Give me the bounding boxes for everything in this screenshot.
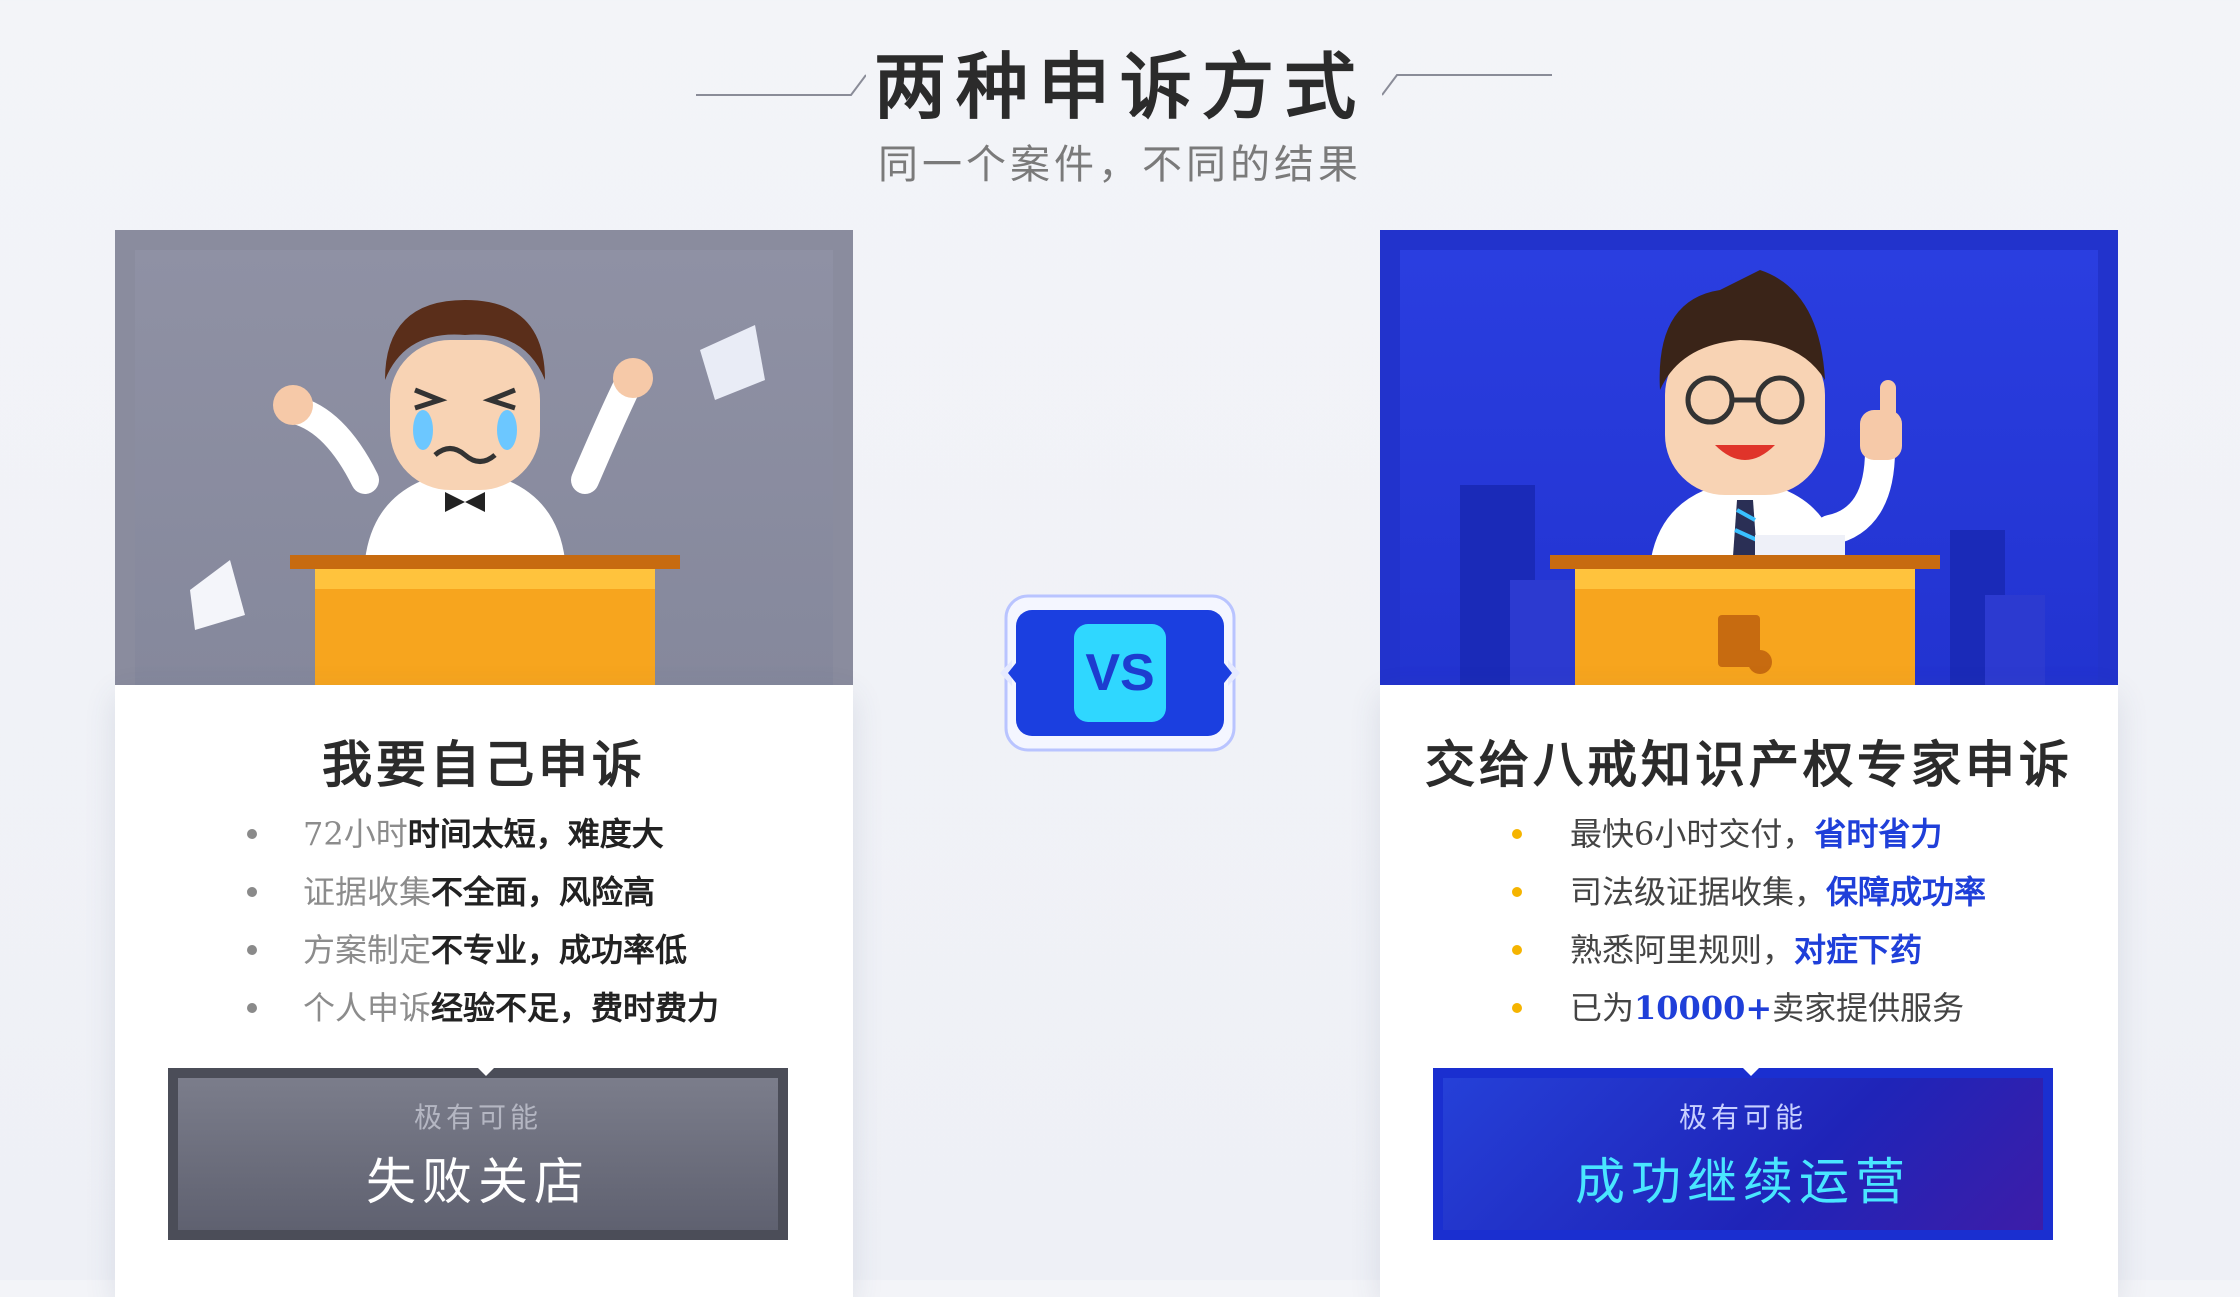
self-appeal-title: 我要自己申诉 — [322, 735, 646, 794]
outcome-caption: 极有可能 — [1678, 1101, 1807, 1134]
list-item: 方案制定不专业，成功率低 — [115, 921, 853, 979]
title-decor-right — [1382, 74, 1552, 96]
self-appeal-list: 72小时时间太短，难度大 证据收集不全面，风险高 方案制定不专业，成功率低 个人… — [115, 805, 853, 1037]
list-item: 个人申诉经验不足，费时费力 — [115, 979, 853, 1037]
bullet-icon — [247, 1003, 257, 1013]
expert-appeal-title: 交给八戒知识产权专家申诉 — [1425, 735, 2073, 794]
happy-lawyer-illustration — [1380, 230, 2118, 685]
notch-pointer — [470, 1060, 502, 1076]
bullet-icon — [1512, 887, 1522, 897]
vs-label: VS — [1085, 644, 1154, 702]
notch-pointer — [1735, 1060, 1767, 1076]
bullet-icon — [247, 887, 257, 897]
expert-appeal-card: 交给八戒知识产权专家申诉 最快6小时交付，省时省力 司法级证据收集，保障成功率 … — [1380, 230, 2118, 1297]
page-subtitle: 同一个案件，不同的结果 — [878, 142, 1362, 188]
list-item: 证据收集不全面，风险高 — [115, 863, 853, 921]
outcome-caption: 极有可能 — [413, 1101, 542, 1134]
bullet-icon — [1512, 829, 1522, 839]
list-item: 司法级证据收集，保障成功率 — [1380, 863, 2118, 921]
bullet-icon — [247, 829, 257, 839]
vs-badge: VS — [1000, 590, 1240, 756]
bullet-icon — [1512, 945, 1522, 955]
page-title: 两种申诉方式 — [873, 44, 1366, 129]
outcome-result: 失败关店 — [366, 1153, 590, 1211]
list-item: 已为10000+卖家提供服务 — [1380, 979, 2118, 1037]
list-item: 72小时时间太短，难度大 — [115, 805, 853, 863]
outcome-result: 成功继续运营 — [1575, 1153, 1911, 1211]
list-item: 熟悉阿里规则，对症下药 — [1380, 921, 2118, 979]
sad-lawyer-illustration — [115, 230, 853, 685]
expert-appeal-outcome: 极有可能 成功继续运营 — [1433, 1068, 2053, 1240]
expert-appeal-list: 最快6小时交付，省时省力 司法级证据收集，保障成功率 熟悉阿里规则，对症下药 已… — [1380, 805, 2118, 1037]
list-item: 最快6小时交付，省时省力 — [1380, 805, 2118, 863]
page-header: 两种申诉方式 同一个案件，不同的结果 — [0, 0, 2240, 200]
self-appeal-card: 我要自己申诉 72小时时间太短，难度大 证据收集不全面，风险高 方案制定不专业，… — [115, 230, 853, 1297]
bullet-icon — [1512, 1003, 1522, 1013]
bullet-icon — [247, 945, 257, 955]
self-appeal-outcome: 极有可能 失败关店 — [168, 1068, 788, 1240]
